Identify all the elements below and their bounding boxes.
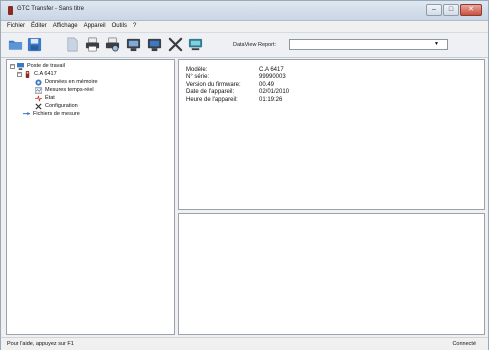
info-row-time: Heure de l'appareil: 01:19:26 <box>186 96 289 104</box>
computer-icon <box>17 62 24 70</box>
dataview-report-label: DataView Report: <box>233 42 277 48</box>
info-key: Version du firmware: <box>186 81 241 88</box>
info-key: Heure de l'appareil: <box>186 96 238 103</box>
info-value: 99990003 <box>259 74 286 81</box>
tree-files-label: Fichiers de mesure <box>33 111 80 117</box>
device-connect-icon[interactable] <box>146 37 162 52</box>
info-key: Date de l'appareil: <box>186 89 235 96</box>
tree-realtime-label: Mesures temps-réel <box>45 87 94 93</box>
menu-bar: Fichier Éditer Affichage Appareil Outils… <box>1 21 488 31</box>
connection-status: Connecté <box>452 341 476 347</box>
status-help-text: Pour l'aide, appuyez sur F1 <box>7 341 74 347</box>
configuration-tools-icon <box>35 102 42 110</box>
app-window: GTC Transfer - Sans titre – □ ✕ Fichier … <box>0 0 489 350</box>
window-title: GTC Transfer - Sans titre <box>17 6 85 12</box>
menu-appareil[interactable]: Appareil <box>84 23 106 29</box>
tree-pane: − Poste de travail − C.A 6417 Données en… <box>6 59 175 335</box>
status-bar: Pour l'aide, appuyez sur F1 Connecté <box>1 337 488 350</box>
minimize-button[interactable]: – <box>426 4 442 16</box>
device-settings-icon[interactable] <box>125 37 141 52</box>
dataview-report-select[interactable]: ▼ <box>289 39 448 50</box>
toolbar: DataView Report: ▼ <box>1 32 488 58</box>
menu-help[interactable]: ? <box>133 23 136 29</box>
title-bar: GTC Transfer - Sans titre – □ ✕ <box>1 1 488 21</box>
maximize-button[interactable]: □ <box>443 4 459 16</box>
tree-item-realtime[interactable]: Mesures temps-réel <box>34 86 94 94</box>
tree-item-state[interactable]: État <box>35 94 55 102</box>
tree-memory-label: Données en mémoire <box>45 79 98 85</box>
save-icon[interactable] <box>26 37 42 52</box>
measure-files-icon <box>23 111 30 118</box>
dropdown-arrow-icon[interactable]: ▼ <box>434 40 439 49</box>
info-value: 02/01/2010 <box>259 89 290 96</box>
app-icon <box>8 6 13 15</box>
info-row-serial: N° série: 99990003 <box>186 74 289 82</box>
realtime-measure-icon <box>34 87 43 94</box>
menu-fichier[interactable]: Fichier <box>7 23 25 29</box>
info-value: 01:19:26 <box>259 96 283 103</box>
print-preview-icon[interactable] <box>104 37 120 52</box>
print-icon[interactable] <box>84 37 100 52</box>
tree-state-label: État <box>45 95 55 101</box>
memory-data-icon <box>35 78 42 86</box>
info-value: C.A 6417 <box>259 66 284 73</box>
close-button[interactable]: ✕ <box>460 4 482 16</box>
open-folder-icon[interactable] <box>7 37 23 52</box>
tree-configuration-label: Configuration <box>45 103 78 109</box>
device-info-table: Modèle: C.A 6417 N° série: 99990003 Vers… <box>186 66 289 104</box>
device-info-pane: Modèle: C.A 6417 N° série: 99990003 Vers… <box>178 59 485 210</box>
tools-icon[interactable] <box>167 37 183 52</box>
tree-item-device[interactable]: − C.A 6417 <box>17 70 57 78</box>
tree-device-label: C.A 6417 <box>34 71 57 77</box>
tree-root-label: Poste de travail <box>27 63 65 69</box>
window-controls: – □ ✕ <box>426 4 482 16</box>
info-row-date: Date de l'appareil: 02/01/2010 <box>186 89 289 97</box>
menu-editer[interactable]: Éditer <box>31 23 47 29</box>
menu-affichage[interactable]: Affichage <box>53 23 78 29</box>
tree-item-root[interactable]: − Poste de travail <box>10 62 65 70</box>
info-key: N° série: <box>186 74 210 81</box>
menu-outils[interactable]: Outils <box>112 23 127 29</box>
collapse-toggle-icon[interactable]: − <box>10 63 15 69</box>
document-icon[interactable] <box>64 37 80 52</box>
info-row-model: Modèle: C.A 6417 <box>186 66 289 74</box>
tree-item-files[interactable]: Fichiers de mesure <box>23 110 80 118</box>
collapse-toggle-icon[interactable]: − <box>17 71 22 77</box>
device-icon <box>24 70 31 78</box>
detail-pane <box>178 213 485 335</box>
info-value: 00.49 <box>259 81 275 88</box>
info-key: Modèle: <box>186 66 208 73</box>
state-icon <box>35 95 42 102</box>
tree-item-configuration[interactable]: Configuration <box>35 102 78 110</box>
info-row-firmware: Version du firmware: 00.49 <box>186 81 289 89</box>
monitor-icon[interactable] <box>187 37 203 52</box>
tree-item-memory[interactable]: Données en mémoire <box>35 78 98 86</box>
